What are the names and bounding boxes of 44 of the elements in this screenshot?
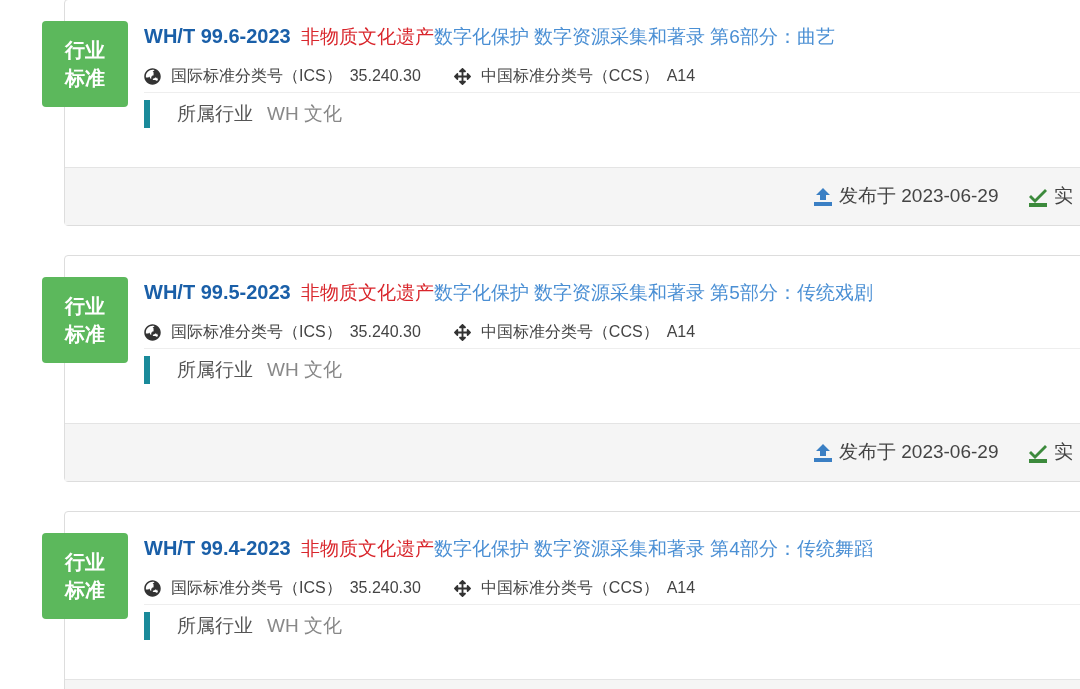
badge-text: 标准 — [65, 578, 105, 603]
globe-icon — [144, 323, 161, 341]
globe-icon — [144, 67, 161, 85]
upload-icon — [813, 442, 833, 463]
standard-title-link[interactable]: WH/T 99.6-2023 非物质文化遗产数字化保护 数字资源采集和著录 第6部分：曲艺 — [144, 24, 835, 49]
ics-code: 35.240.30 — [349, 322, 421, 342]
badge-text: 行业 — [65, 294, 105, 319]
standard-title-link[interactable]: WH/T 99.4-2023 非物质文化遗产数字化保护 数字资源采集和著录 第4部分：传统舞蹈 — [144, 536, 873, 561]
industry-label: 所属行业 — [177, 613, 253, 638]
ccs-label: 中国标准分类号（CCS） — [480, 578, 659, 598]
ics-code: 35.240.30 — [349, 66, 421, 86]
implement-date: 实 — [1054, 440, 1074, 465]
ccs-code: A14 — [666, 578, 696, 598]
publish-date: 发布于 2023-06-29 — [839, 440, 999, 465]
accent-bar — [144, 100, 150, 128]
ccs-label: 中国标准分类号（CCS） — [480, 66, 659, 86]
standard-title-link[interactable]: WH/T 99.5-2023 非物质文化遗产数字化保护 数字资源采集和著录 第5部分：传统戏剧 — [144, 280, 873, 305]
publish-date: 发布于 2023-06-29 — [839, 184, 999, 209]
implement-date: 实 — [1054, 184, 1074, 209]
crosshair-icon — [453, 323, 471, 341]
accent-bar — [144, 356, 150, 384]
industry-value: WH 文化 — [267, 101, 342, 126]
ics-code: 35.240.30 — [349, 578, 421, 598]
accent-bar — [144, 612, 150, 640]
globe-icon — [144, 579, 161, 597]
check-icon — [1028, 442, 1049, 463]
badge-text: 标准 — [65, 66, 105, 91]
industry-value: WH 文化 — [267, 613, 342, 638]
crosshair-icon — [453, 67, 471, 85]
check-icon — [1028, 186, 1049, 207]
badge-text: 行业 — [65, 550, 105, 575]
ics-label: 国际标准分类号（ICS） — [171, 578, 342, 598]
ccs-code: A14 — [666, 66, 696, 86]
ccs-label: 中国标准分类号（CCS） — [480, 322, 659, 342]
badge-text: 标准 — [65, 322, 105, 347]
industry-label: 所属行业 — [177, 101, 253, 126]
crosshair-icon — [453, 579, 471, 597]
ics-label: 国际标准分类号（ICS） — [171, 66, 342, 86]
upload-icon — [813, 186, 833, 207]
ics-label: 国际标准分类号（ICS） — [171, 322, 342, 342]
ccs-code: A14 — [666, 322, 696, 342]
industry-value: WH 文化 — [267, 357, 342, 382]
badge-text: 行业 — [65, 38, 105, 63]
industry-label: 所属行业 — [177, 357, 253, 382]
